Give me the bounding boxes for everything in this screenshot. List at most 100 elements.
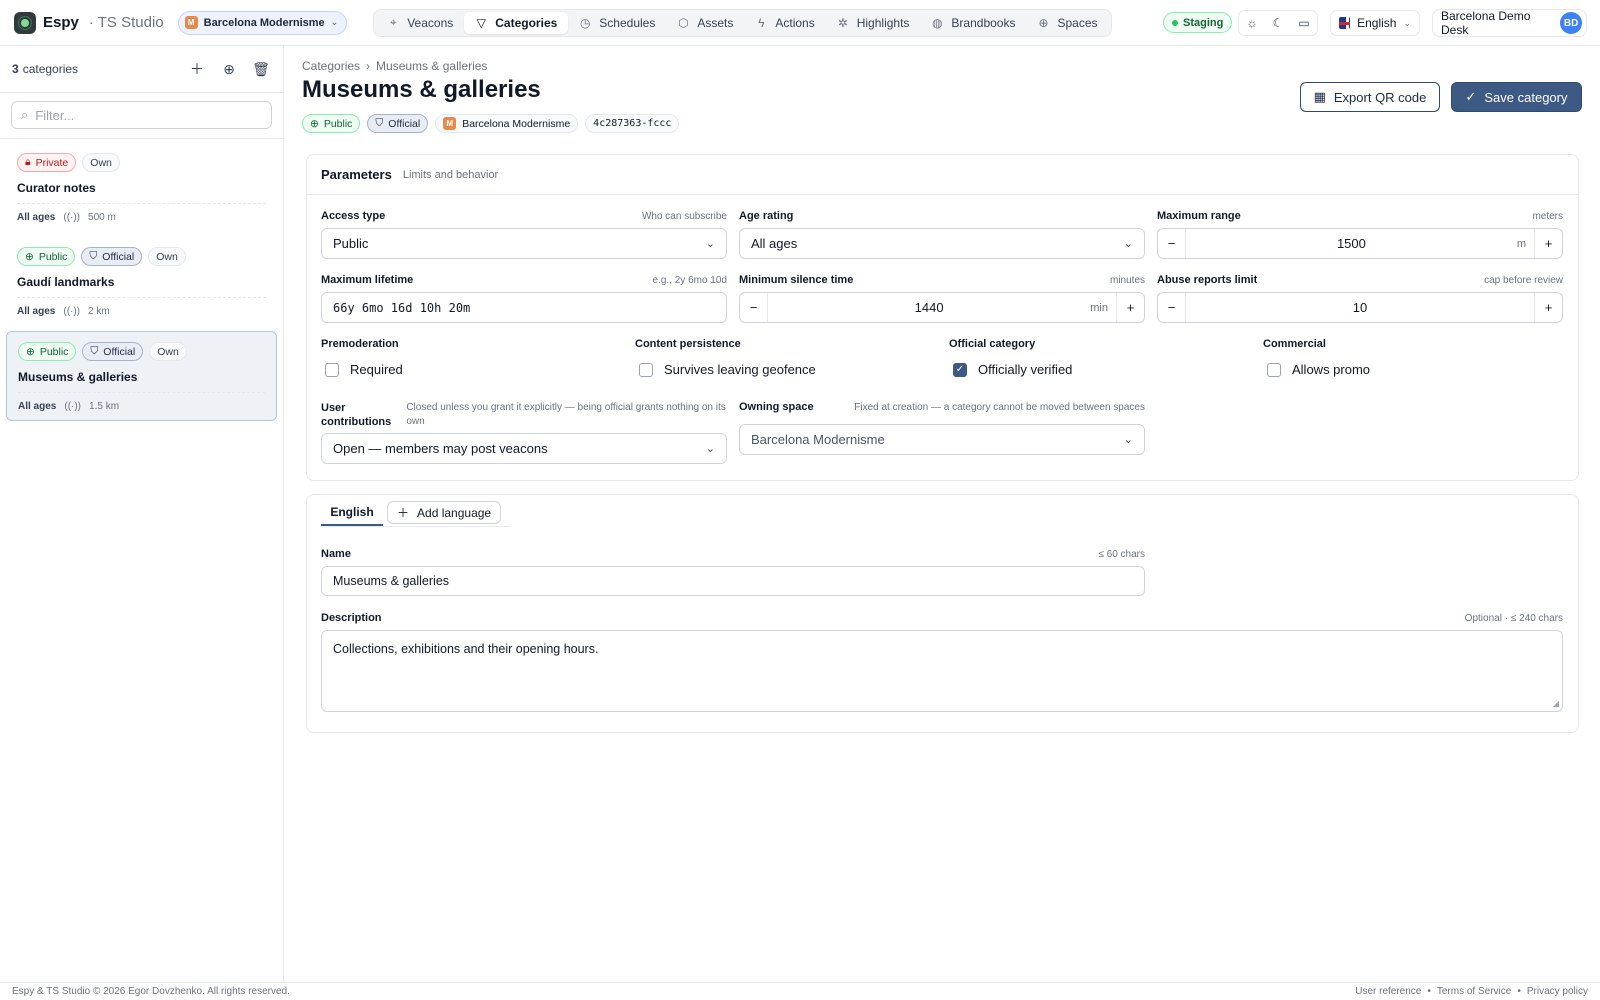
nav-label: Assets <box>697 15 734 30</box>
stepper-value[interactable]: 1440 <box>768 300 1090 315</box>
separator: • <box>1427 986 1431 997</box>
list-item[interactable]: 🔒︎ Private Own Curator notes All ages ((·)… <box>6 143 277 231</box>
min-silence-field: Minimum silence time minutes −1440 min + <box>739 274 1145 323</box>
nav-spaces[interactable]: ⊕ Spaces <box>1026 12 1108 34</box>
field-hint: Fixed at creation — a category cannot be… <box>854 402 1145 413</box>
age-rating-select[interactable]: All ages ⌄ <box>739 228 1145 259</box>
category-title: Museums & galleries <box>18 370 265 393</box>
official-checkbox[interactable]: ✓ Officially verified <box>949 362 1249 377</box>
field-label: contributions <box>321 416 392 428</box>
list-item[interactable]: ⊕ Public ⛉ Official Own Gaudí landmarks Al… <box>6 237 277 325</box>
environment-badge: Staging <box>1163 12 1233 33</box>
list-item-selected[interactable]: ⊕ Public ⛉ Official Own Museums & gallerie… <box>6 331 277 421</box>
user-menu-button[interactable]: Barcelona Demo Desk BD <box>1432 9 1587 37</box>
max-lifetime-input[interactable]: 66y 6mo 16d 10h 20m <box>321 292 727 323</box>
premoderation-checkbox[interactable]: Required <box>321 362 621 377</box>
checkbox-label: Required <box>350 362 403 377</box>
page-title: Museums & galleries <box>302 76 541 103</box>
stepper-value[interactable]: 10 <box>1186 300 1534 315</box>
increment-button[interactable]: + <box>1534 293 1562 322</box>
field-label: Description <box>321 612 382 624</box>
filter-wrap: ⌕ Filter... <box>0 93 283 139</box>
field-hint: ≤ 60 chars <box>1098 549 1145 560</box>
checkbox-label: Survives leaving geofence <box>664 362 816 377</box>
id-badge: 4c287363-fccc <box>585 114 680 133</box>
check-icon[interactable]: ✓ <box>953 362 967 377</box>
filter-input[interactable]: ⌕ Filter... <box>11 101 272 129</box>
checkbox-box[interactable] <box>325 362 339 377</box>
breadcrumb-root[interactable]: Categories <box>302 59 360 73</box>
monitor-icon[interactable]: ▭ <box>1291 11 1317 35</box>
persistence-checkbox[interactable]: Survives leaving geofence <box>635 362 935 377</box>
decrement-button[interactable]: − <box>1158 293 1186 322</box>
chevron-down-icon: ⌄ <box>1403 17 1411 28</box>
range-label: 2 km <box>88 306 110 317</box>
chevron-down-icon: ⌄ <box>705 443 715 455</box>
clock-icon: ◷ <box>580 15 591 30</box>
checkbox-label: Officially verified <box>978 362 1073 377</box>
checkbox-box[interactable] <box>1267 362 1281 377</box>
field-label: Content persistence <box>635 338 741 350</box>
privacy-link[interactable]: Privacy policy <box>1527 986 1588 997</box>
age-label: All ages <box>17 306 56 317</box>
abuse-limit-field: Abuse reports limit cap before review −10… <box>1157 274 1563 323</box>
increment-button[interactable]: + <box>1116 293 1144 322</box>
owning-space-field: Owning space Fixed at creation — a catego… <box>739 401 1145 455</box>
nav-highlights[interactable]: ✲ Highlights <box>826 12 921 34</box>
owning-space-select[interactable]: Barcelona Modernisme ⌄ <box>739 424 1145 455</box>
checkbox-box[interactable] <box>639 362 653 377</box>
sidebar-header: 3 categories ＋ ⊕ 🗑 <box>0 46 283 93</box>
contributions-select[interactable]: Open — members may post veacons ⌄ <box>321 433 727 464</box>
nav-assets[interactable]: ⬡ Assets <box>666 12 744 34</box>
official-badge: ⛉ Official <box>82 342 144 361</box>
nav-categories[interactable]: ▽ Categories <box>464 11 569 34</box>
age-label: All ages <box>17 212 56 223</box>
increment-button[interactable]: + <box>1534 229 1562 258</box>
access-type-select[interactable]: Public ⌄ <box>321 228 727 259</box>
add-language-button[interactable]: ＋ Add language <box>387 501 502 524</box>
space-switcher[interactable]: M Barcelona Modernisme ⌄ <box>177 10 348 35</box>
field-hint: Optional · ≤ 240 chars <box>1464 613 1563 624</box>
max-range-stepper: −1500 m + <box>1157 228 1563 259</box>
field-hint: minutes <box>1109 275 1145 286</box>
decrement-button[interactable]: − <box>740 293 768 322</box>
decrement-button[interactable]: − <box>1158 229 1186 258</box>
stepper-value[interactable]: 1500 <box>1186 236 1517 251</box>
sun-icon[interactable]: ☼ <box>1239 11 1265 35</box>
nav-veacons[interactable]: ⌖ Veacons <box>376 12 464 34</box>
footer: Espy & TS Studio © 2026 Egor Dovzhenko. … <box>0 982 1600 1000</box>
nav-schedules[interactable]: ◷ Schedules <box>568 12 666 34</box>
moon-icon[interactable]: ☾ <box>1265 11 1291 35</box>
globe-icon[interactable]: ⊕ <box>219 59 239 79</box>
stepper-unit: min <box>1090 301 1108 314</box>
espy-logo-icon[interactable] <box>14 11 36 34</box>
save-category-button[interactable]: ✓ Save category <box>1451 82 1582 112</box>
trash-icon[interactable]: 🗑 <box>251 59 271 79</box>
user-reference-link[interactable]: User reference <box>1355 986 1421 997</box>
export-qr-button[interactable]: ▦ Export QR code <box>1300 82 1440 112</box>
nav-brandbooks[interactable]: ◍ Brandbooks <box>920 12 1026 34</box>
copyright: Espy & TS Studio © 2026 Egor Dovzhenko. … <box>12 986 290 997</box>
terms-link[interactable]: Terms of Service <box>1437 986 1511 997</box>
field-label: Official category <box>949 338 1036 350</box>
description-textarea[interactable]: Collections, exhibitions and their openi… <box>321 630 1563 712</box>
tab-english[interactable]: English <box>321 500 383 526</box>
access-type-field: Access type Who can subscribe Public ⌄ <box>321 210 727 259</box>
resize-handle-icon[interactable]: ◢ <box>1553 699 1559 708</box>
age-label: All ages <box>18 401 57 412</box>
badge-label: Public <box>39 345 69 358</box>
palette-icon: ◍ <box>932 15 943 30</box>
nav-actions[interactable]: ϟ Actions <box>744 12 825 34</box>
badge-label: Official <box>103 345 136 358</box>
header-badges: ⊕ Public ⛉ Official M Barcelona Modernisme … <box>302 114 680 133</box>
name-input[interactable]: Museums & galleries <box>321 566 1145 596</box>
select-value: Open — members may post veacons <box>333 441 548 456</box>
range-label: 1.5 km <box>89 401 120 412</box>
badge-label: Public <box>323 117 353 130</box>
checkbox-label: Allows promo <box>1292 362 1371 377</box>
language-select[interactable]: English ⌄ <box>1330 10 1420 36</box>
commercial-checkbox[interactable]: Allows promo <box>1263 362 1563 377</box>
globe-icon: ⊕ <box>310 117 319 130</box>
category-sidebar: 3 categories ＋ ⊕ 🗑 ⌕ Filter... 🔒︎ Private… <box>0 46 284 982</box>
add-icon[interactable]: ＋ <box>187 59 207 79</box>
